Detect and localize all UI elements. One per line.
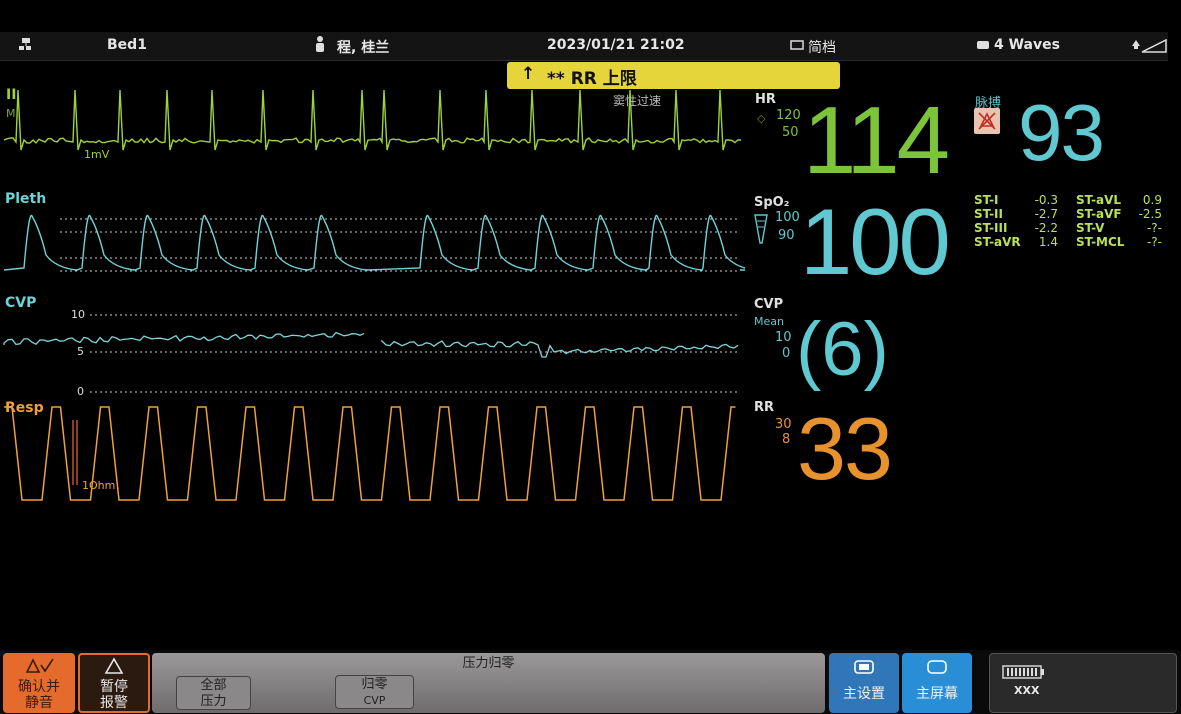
hr-alarm-off-icon: ◇ — [757, 112, 766, 125]
device-label: XXX — [1014, 684, 1040, 697]
rr-low-limit: 8 — [782, 432, 791, 447]
ack-line1: 确认并 — [18, 679, 60, 695]
pause-line2: 报警 — [100, 695, 128, 711]
zero-cvp-button[interactable]: 归零 CVP — [335, 675, 414, 709]
cvp-low-limit: 0 — [782, 346, 791, 361]
network-icon — [18, 36, 38, 56]
ecg-scale: 1mV — [84, 148, 110, 161]
volume-icon[interactable] — [1128, 36, 1168, 58]
rr-value[interactable]: 33 — [797, 405, 893, 493]
all-line1: 全部 — [200, 678, 227, 693]
cvp-wave — [3, 331, 739, 358]
pause-line1: 暂停 — [100, 679, 128, 695]
device-panel[interactable]: XXX — [989, 653, 1177, 713]
st-name: ST-I — [974, 193, 999, 207]
zero-line2: CVP — [363, 694, 386, 707]
spo2-low-limit: 90 — [778, 228, 795, 243]
hr-label[interactable]: HR — [755, 92, 776, 107]
cvp-label[interactable]: CVP — [5, 295, 36, 311]
main-setup-button[interactable]: 主设置 — [829, 653, 899, 713]
rr-label[interactable]: RR — [754, 400, 774, 415]
ack-line2: 静音 — [25, 695, 53, 711]
main-screen-button[interactable]: 主屏幕 — [902, 653, 972, 713]
cvp-scale-0: 0 — [77, 385, 84, 398]
st-value: 0.9 — [1142, 193, 1162, 207]
profile-label[interactable]: 简档 — [808, 37, 836, 57]
st-value: -?- — [1146, 221, 1162, 235]
ack-silence-button[interactable]: 确认并 静音 — [3, 653, 75, 713]
main-screen-label: 主屏幕 — [916, 686, 958, 702]
screen-icon — [927, 660, 947, 674]
cvp-scale-10: 10 — [71, 308, 85, 321]
spo2-label[interactable]: SpO₂ — [754, 195, 789, 210]
smartkey-bar: 确认并 静音 暂停 报警 压力 归零 全部 压力 归零 CVP 主设置 主屏幕 X… — [0, 650, 1181, 714]
all-line2: 压力 — [200, 694, 227, 709]
date-time: 2023/01/21 21:02 — [547, 37, 685, 53]
st-name: ST-MCL — [1076, 235, 1125, 249]
patient-name[interactable]: 程, 桂兰 — [337, 37, 389, 57]
setup-icon — [854, 660, 874, 674]
ecg-wave — [3, 89, 742, 151]
st-value: -0.3 — [1034, 193, 1058, 207]
pressure-zero-panel: 压力 归零 — [152, 653, 825, 713]
st-name: ST-II — [974, 207, 1003, 221]
pressure-zero-title: 压力归零 — [462, 656, 515, 671]
st-value: -2.7 — [1034, 207, 1058, 221]
waves-label[interactable]: 4 Waves — [994, 37, 1060, 53]
battery-icon — [1002, 665, 1044, 679]
alarm-ack-icon — [25, 658, 54, 673]
status-bar: Bed1 程, 桂兰 2023/01/21 21:02 简档 4 Waves — [0, 32, 1168, 61]
patient-icon — [313, 35, 327, 57]
st-value: -2.2 — [1034, 221, 1058, 235]
st-name: ST-aVR — [974, 235, 1021, 249]
pleth-label[interactable]: Pleth — [5, 191, 46, 207]
screen-icon — [976, 39, 990, 55]
cvp-mean-label: Mean — [754, 315, 784, 328]
resp-label[interactable]: Resp — [5, 400, 44, 416]
hr-low-limit: 50 — [782, 125, 799, 140]
cvp-param-label[interactable]: CVP — [754, 297, 783, 312]
hr-value[interactable]: 114 — [803, 93, 950, 189]
spo2-high-limit: 100 — [775, 210, 800, 225]
cvp-high-limit: 10 — [775, 330, 792, 345]
st-value: -2.5 — [1138, 207, 1162, 221]
zero-line1: 归零 — [361, 677, 388, 692]
st-name: ST-III — [974, 221, 1008, 235]
st-value: 1.4 — [1038, 235, 1058, 249]
st-panel[interactable]: ST-I -0.3 ST-II -2.7 ST-III -2.2 ST-aVR … — [974, 193, 1164, 253]
main-setup-label: 主设置 — [843, 686, 885, 702]
cvp-scale-5: 5 — [77, 345, 84, 358]
hr-high-limit: 120 — [776, 108, 801, 123]
st-name: ST-V — [1076, 221, 1105, 235]
ecg-label[interactable]: II — [6, 87, 16, 103]
pause-alarms-button[interactable]: 暂停 报警 — [78, 653, 150, 713]
zero-all-pressures-button[interactable]: 全部 压力 — [176, 676, 251, 710]
bed-label[interactable]: Bed1 — [107, 37, 147, 53]
signal-quality-icon — [754, 213, 768, 249]
ecg-mode: M — [6, 107, 16, 120]
resp-scale: 1Ohm — [82, 479, 116, 492]
profile-icon — [790, 39, 804, 55]
rr-high-limit: 30 — [775, 417, 792, 432]
waveform-area — [3, 89, 745, 501]
pulse-value[interactable]: 93 — [1018, 93, 1105, 173]
st-value: -?- — [1146, 235, 1162, 249]
pleth-wave — [3, 214, 745, 271]
pulse-alarm-off-icon — [974, 108, 1000, 134]
spo2-value[interactable]: 100 — [800, 195, 951, 289]
alarm-pause-icon — [104, 657, 124, 674]
st-name: ST-aVL — [1076, 193, 1122, 207]
st-name: ST-aVF — [1076, 207, 1122, 221]
cvp-value[interactable]: (6) — [796, 312, 889, 388]
